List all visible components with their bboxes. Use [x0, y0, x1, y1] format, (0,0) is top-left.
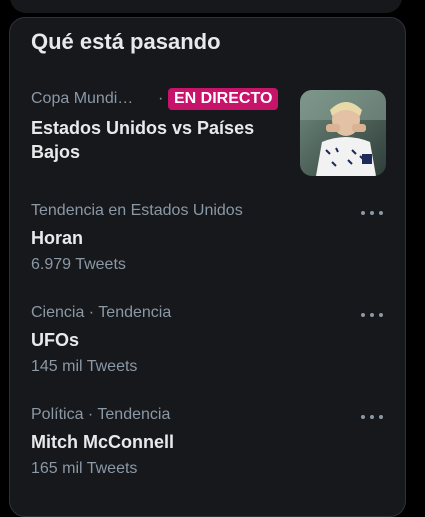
panel-title: Qué está pasando	[31, 29, 221, 54]
more-icon[interactable]	[361, 412, 383, 422]
trend-count: 6.979 Tweets	[31, 256, 126, 273]
trend-name: UFOs	[31, 330, 80, 350]
event-thumbnail[interactable]	[300, 90, 386, 176]
soccer-player-photo-icon	[300, 90, 386, 176]
more-icon[interactable]	[361, 208, 383, 218]
more-icon[interactable]	[361, 310, 383, 320]
trend-item[interactable]: Ciencia · Tendencia UFOs 145 mil Tweets	[10, 304, 405, 384]
trend-count: 145 mil Tweets	[31, 358, 138, 375]
trend-context: Política · Tendencia	[31, 406, 171, 423]
trend-name: Horan	[31, 228, 84, 248]
featured-category: Copa Mundi…	[31, 90, 134, 107]
trend-context: Ciencia · Tendencia	[31, 304, 172, 321]
featured-separator: ·	[158, 90, 164, 107]
previous-card	[10, 0, 402, 13]
trend-count: 165 mil Tweets	[31, 460, 138, 477]
trend-item[interactable]: Política · Tendencia Mitch McConnell 165…	[10, 406, 405, 486]
featured-event[interactable]: Copa Mundi… · EN DIRECTO Estados Unidos …	[10, 88, 405, 180]
trend-context: Tendencia en Estados Unidos	[31, 202, 243, 219]
whats-happening-panel: Qué está pasando Copa Mundi… · EN DIRECT…	[9, 17, 406, 517]
trend-item[interactable]: Tendencia en Estados Unidos Horan 6.979 …	[10, 202, 405, 282]
featured-headline: Estados Unidos vs Países Bajos	[31, 118, 255, 162]
trend-name: Mitch McConnell	[31, 432, 174, 452]
live-badge: EN DIRECTO	[168, 88, 279, 110]
